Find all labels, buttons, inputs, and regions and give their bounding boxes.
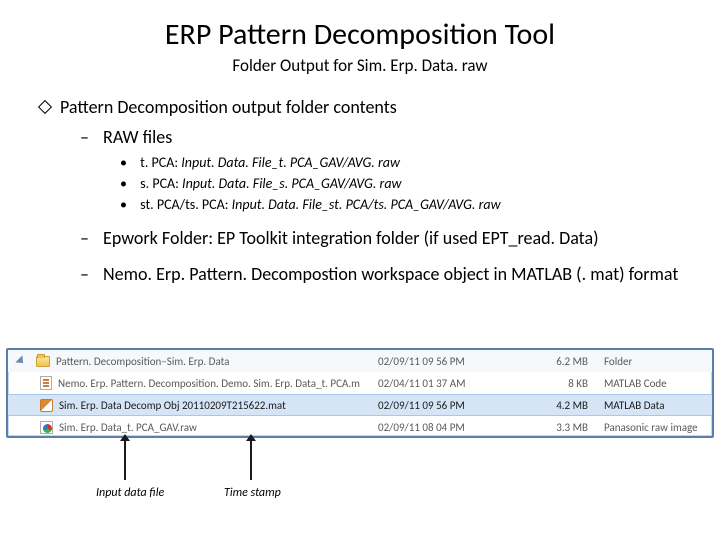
rawfile-icon [40,421,53,434]
bullet-epwork: Epwork Folder: EP Toolkit integration fo… [80,227,680,249]
file-size: 4.2 MB [528,399,588,412]
bullet-spca: s. PCA: Input. Data. File_s. PCA_GAV/AVG… [120,173,680,194]
tpca-value: Input. Data. File_t. PCA_GAV/AVG. raw [181,154,400,171]
slide-title: ERP Pattern Decomposition Tool [0,16,720,53]
callout-timestamp: Time stamp [224,486,281,500]
file-type: MATLAB Code [588,377,704,390]
file-date: 02/09/11 08 04 PM [378,421,528,434]
tpca-label: t. PCA: [140,154,178,171]
stpca-label: st. PCA/ts. PCA: [140,196,228,213]
bullet-nemo: Nemo. Erp. Pattern. Decompostion workspa… [80,263,680,285]
folder-icon [36,356,50,367]
bullet-raw-files: RAW files [80,126,680,148]
arrow-icon [250,440,252,480]
spca-label: s. PCA: [140,175,179,192]
file-type: Folder [588,355,704,368]
dash3-text: Nemo. Erp. Pattern. Decompostion workspa… [103,263,678,285]
file-date: 02/09/11 09 56 PM [378,355,528,368]
file-name: Nemo. Erp. Pattern. Decomposition. Demo.… [58,377,360,390]
dash2-text: Epwork Folder: EP Toolkit integration fo… [103,227,599,249]
file-row[interactable]: Nemo. Erp. Pattern. Decomposition. Demo.… [8,372,712,394]
file-type: Panasonic raw image [588,421,704,434]
file-row-selected[interactable]: Sim. Erp. Data Decomp Obj 20110209T21562… [8,394,712,416]
dash1-text: RAW files [103,126,172,148]
expand-icon[interactable] [15,355,26,366]
file-name: Sim. Erp. Data Decomp Obj 20110209T21562… [59,399,286,412]
file-size: 8 KB [528,377,588,390]
diamond-icon [38,100,52,114]
slide-subtitle: Folder Output for Sim. Erp. Data. raw [0,55,720,76]
file-name: Pattern. Decomposition–Sim. Erp. Data [56,355,229,368]
callout-input-file: Input data file [96,486,164,500]
mfile-icon [40,376,52,390]
file-name: Sim. Erp. Data_t. PCA_GAV.raw [59,421,197,434]
arrow-icon [124,440,126,480]
matfile-icon [40,399,53,412]
bullet-stpca: st. PCA/ts. PCA: Input. Data. File_st. P… [120,194,680,215]
file-explorer-panel: Pattern. Decomposition–Sim. Erp. Data 02… [6,348,714,438]
file-type: MATLAB Data [588,399,704,412]
stpca-value: Input. Data. File_st. PCA/ts. PCA_GAV/AV… [232,196,501,213]
callout-arrows: Input data file Time stamp [0,440,720,520]
file-size: 3.3 MB [528,421,588,434]
bullet-tpca: t. PCA: Input. Data. File_t. PCA_GAV/AVG… [120,152,680,173]
file-size: 6.2 MB [528,355,588,368]
file-date: 02/09/11 09 56 PM [378,399,528,412]
spca-value: Input. Data. File_s. PCA_GAV/AVG. raw [182,175,402,192]
bullet-lvl1: Pattern Decomposition output folder cont… [40,96,680,118]
file-row[interactable]: Pattern. Decomposition–Sim. Erp. Data 02… [8,350,712,372]
file-row[interactable]: Sim. Erp. Data_t. PCA_GAV.raw 02/09/11 0… [8,416,712,438]
section-heading: Pattern Decomposition output folder cont… [60,96,397,118]
file-date: 02/04/11 01 37 AM [378,377,528,390]
